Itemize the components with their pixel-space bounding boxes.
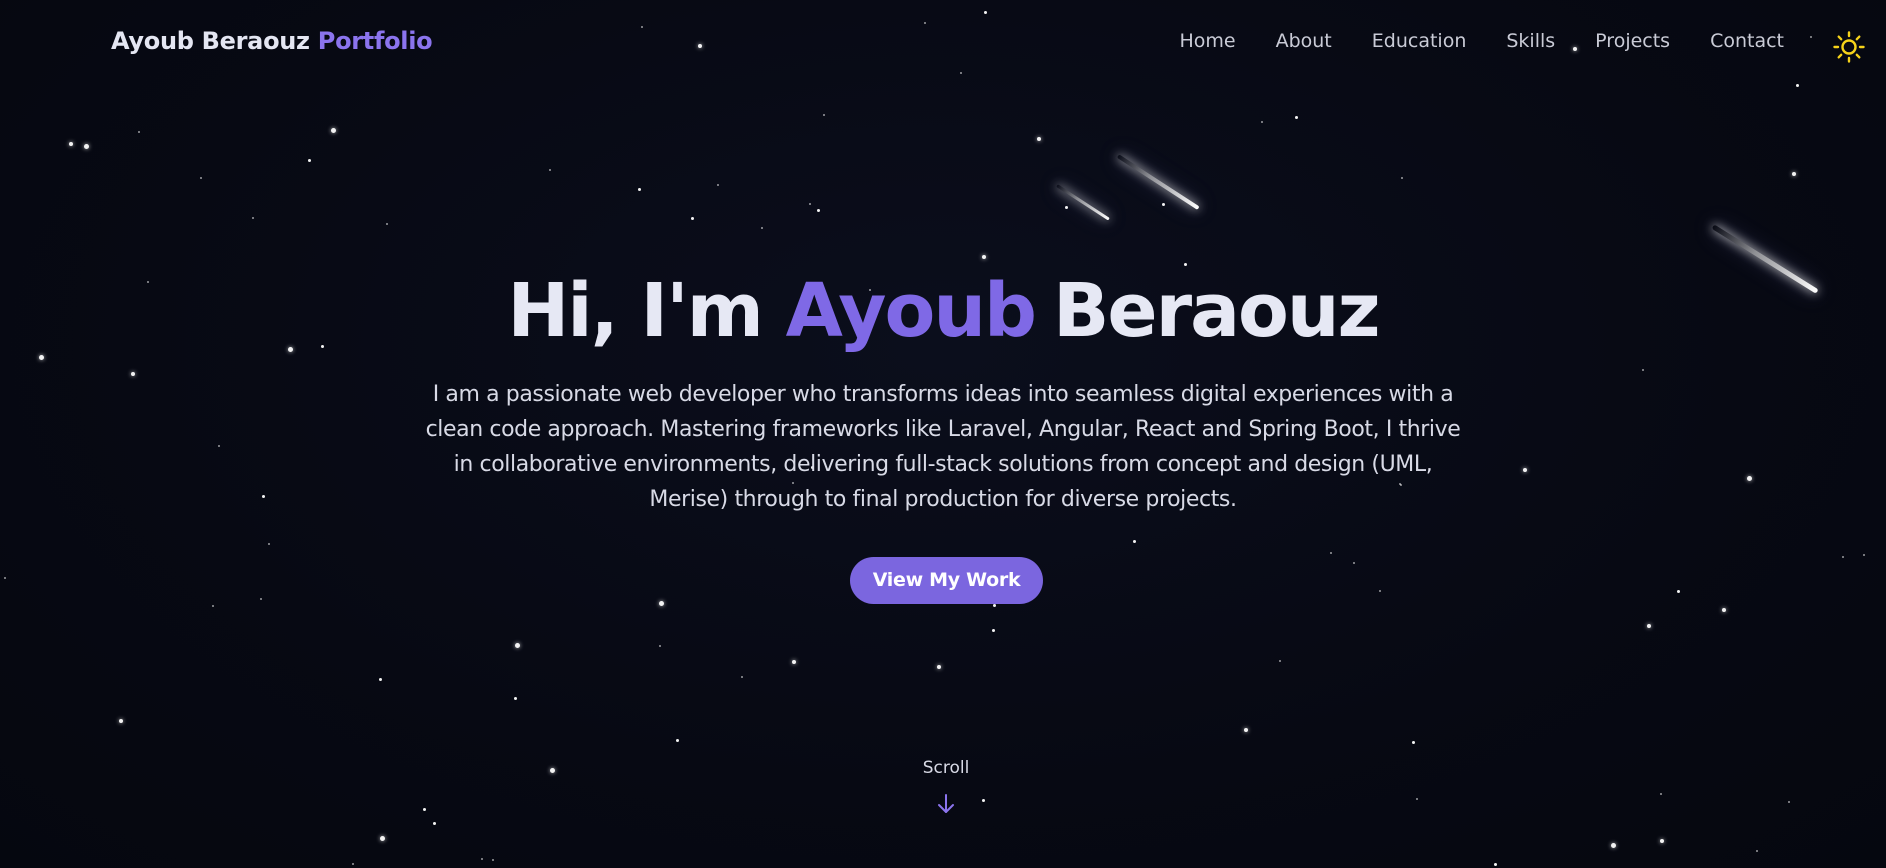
star <box>1660 839 1664 843</box>
star <box>823 114 825 116</box>
star <box>1416 798 1418 800</box>
star <box>1863 554 1865 556</box>
star <box>741 676 743 678</box>
star <box>83 143 89 149</box>
nav-link-education[interactable]: Education <box>1372 30 1467 52</box>
star <box>432 821 436 825</box>
top-navigation: Ayoub Beraouz Portfolio Home About Educa… <box>0 0 1886 86</box>
star <box>307 158 311 162</box>
star <box>1493 862 1497 866</box>
star <box>1037 137 1041 141</box>
view-my-work-button[interactable]: View My Work <box>850 557 1043 604</box>
hero-description: I am a passionate web developer who tran… <box>425 382 1461 512</box>
star <box>816 208 820 212</box>
star <box>1183 262 1187 266</box>
star <box>514 642 520 648</box>
star <box>981 798 985 802</box>
star <box>1064 205 1068 209</box>
star <box>658 600 664 606</box>
star <box>218 445 220 447</box>
star <box>352 863 354 865</box>
star <box>261 494 265 498</box>
star <box>991 628 995 632</box>
star <box>1330 552 1332 554</box>
nav-link-about[interactable]: About <box>1276 30 1332 52</box>
star <box>1676 589 1680 593</box>
hero-greeting: Hi, I'm <box>507 268 763 354</box>
star <box>422 807 426 811</box>
hero-first-name: Ayoub <box>785 268 1037 354</box>
star <box>386 223 388 225</box>
star <box>1610 842 1616 848</box>
star <box>200 177 202 179</box>
star <box>378 677 382 681</box>
arrow-down-icon <box>938 794 954 813</box>
star <box>379 835 385 841</box>
star <box>492 859 494 861</box>
star <box>513 696 517 700</box>
hero-page: Ayoub Beraouz Portfolio Home About Educa… <box>0 0 1886 868</box>
star <box>212 605 214 607</box>
brand-logo[interactable]: Ayoub Beraouz Portfolio <box>111 27 433 55</box>
star <box>717 184 719 186</box>
nav-link-contact[interactable]: Contact <box>1710 30 1784 52</box>
star <box>1746 475 1752 481</box>
star <box>1642 369 1644 371</box>
star <box>792 660 796 664</box>
star <box>1244 728 1248 732</box>
star <box>1660 793 1662 795</box>
star <box>1788 801 1790 803</box>
star <box>761 227 763 229</box>
star <box>690 216 694 220</box>
star <box>252 217 254 219</box>
brand-name: Ayoub Beraouz <box>111 27 310 55</box>
hero-heading: Hi, I'm Ayoub Beraouz <box>0 268 1886 354</box>
star <box>4 577 6 579</box>
sun-icon <box>1833 31 1865 63</box>
scroll-label: Scroll <box>922 758 970 778</box>
star <box>131 372 135 376</box>
star <box>1722 608 1726 612</box>
nav-link-home[interactable]: Home <box>1179 30 1235 52</box>
scroll-down-button[interactable] <box>935 792 957 816</box>
star <box>1353 562 1355 564</box>
star <box>481 858 483 860</box>
star <box>1279 660 1281 662</box>
star <box>1261 121 1263 123</box>
star <box>69 142 73 146</box>
star <box>1647 624 1651 628</box>
star <box>982 255 986 259</box>
star <box>1842 556 1844 558</box>
star <box>330 127 336 133</box>
star <box>260 598 262 600</box>
star <box>659 645 661 647</box>
nav-link-projects[interactable]: Projects <box>1595 30 1670 52</box>
hero-last-name: Beraouz <box>1052 268 1381 354</box>
star <box>119 719 123 723</box>
star <box>549 169 551 171</box>
star <box>1411 740 1415 744</box>
star <box>1523 468 1527 472</box>
nav-link-skills[interactable]: Skills <box>1506 30 1555 52</box>
star <box>809 203 811 205</box>
star <box>937 665 941 669</box>
star <box>38 354 44 360</box>
star <box>268 543 270 545</box>
brand-accent: Portfolio <box>317 27 433 55</box>
star <box>1294 115 1298 119</box>
star <box>1756 850 1758 852</box>
star <box>637 187 641 191</box>
star <box>1401 177 1403 179</box>
star <box>138 131 140 133</box>
theme-toggle-button[interactable] <box>1832 30 1866 64</box>
star <box>1792 172 1796 176</box>
star <box>675 738 679 742</box>
star <box>1132 539 1136 543</box>
star <box>1161 202 1165 206</box>
nav-menu: Home About Education Skills Projects Con… <box>1139 30 1784 52</box>
star <box>1379 590 1381 592</box>
